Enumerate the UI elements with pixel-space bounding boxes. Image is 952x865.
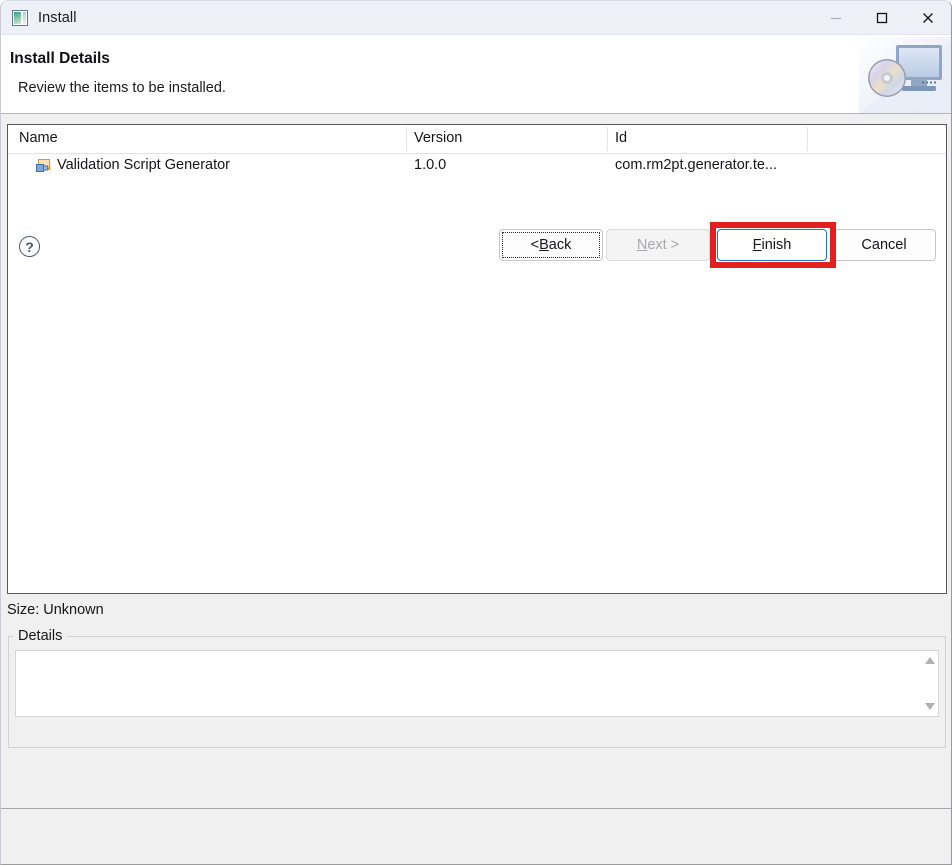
back-button-suffix: ack (548, 237, 572, 253)
finish-button[interactable]: Finish (717, 229, 827, 261)
install-items-table[interactable]: Name Version Id Validation Script Genera… (7, 124, 947, 594)
dialog-header: Install Details Review the items to be i… (1, 35, 951, 114)
page-subtitle: Review the items to be installed. (18, 80, 226, 96)
window-title: Install (38, 9, 77, 26)
finish-button-suffix: inish (761, 237, 792, 253)
back-button-mnemonic: B (539, 237, 549, 253)
back-button-prefix: < (530, 237, 540, 253)
details-scrollbar[interactable] (921, 651, 938, 716)
scroll-down-arrow[interactable] (924, 703, 935, 710)
back-button[interactable]: < Back (499, 229, 603, 261)
minimize-icon[interactable] (813, 1, 859, 34)
table-row[interactable]: Validation Script Generator 1.0.0 com.rm… (8, 154, 946, 180)
dialog-body: Name Version Id Validation Script Genera… (1, 114, 951, 864)
column-header-id[interactable]: Id (615, 130, 627, 146)
table-header-row: Name Version Id (8, 125, 946, 154)
column-divider-1[interactable] (406, 127, 407, 151)
next-button-mnemonic: N (636, 237, 648, 253)
column-header-version[interactable]: Version (414, 130, 462, 146)
maximize-icon[interactable] (859, 1, 905, 34)
column-header-name[interactable]: Name (19, 130, 58, 146)
cell-name: Validation Script Generator (57, 157, 231, 173)
next-button[interactable]: Next > (606, 229, 710, 261)
cell-version: 1.0.0 (414, 157, 447, 173)
eclipse-feature-icon (35, 158, 53, 175)
install-window-icon (12, 9, 28, 26)
page-title: Install Details (10, 50, 110, 67)
cancel-button[interactable]: Cancel (832, 229, 936, 261)
scroll-up-arrow[interactable] (924, 657, 935, 664)
details-group-label: Details (13, 628, 68, 644)
window-controls (813, 1, 951, 34)
help-icon[interactable]: ? (19, 236, 40, 257)
column-divider-3[interactable] (807, 127, 808, 151)
cell-id: com.rm2pt.generator.te... (615, 157, 777, 173)
next-button-suffix: ext > (647, 237, 680, 253)
details-text-area[interactable] (15, 650, 939, 717)
button-bar (1, 809, 951, 864)
install-dialog-window: Install Install Details Review the items… (0, 0, 952, 865)
close-icon[interactable] (905, 1, 951, 34)
cd-and-monitor-install-icon (859, 37, 951, 113)
title-bar: Install (1, 1, 951, 35)
size-label: Size: Unknown (7, 602, 104, 618)
column-divider-2[interactable] (607, 127, 608, 151)
finish-button-mnemonic: F (752, 237, 762, 253)
